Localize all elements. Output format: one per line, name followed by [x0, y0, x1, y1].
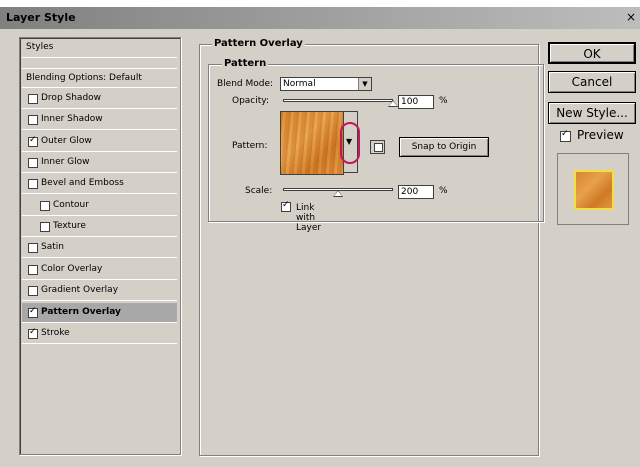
chevron-down-icon: ▼	[358, 78, 371, 90]
style-item-checkbox[interactable]	[28, 243, 38, 254]
style-item-label: Contour	[53, 199, 89, 210]
preview-label: Preview	[577, 128, 624, 142]
pattern-overlay-title: Pattern Overlay	[212, 38, 305, 49]
opacity-slider[interactable]	[283, 99, 393, 102]
pattern-label: Pattern:	[232, 141, 268, 151]
style-item-contour[interactable]: Contour	[22, 196, 177, 216]
style-item-checkbox[interactable]: ✓	[28, 134, 38, 147]
style-item-inner-glow[interactable]: Inner Glow	[22, 153, 177, 174]
scale-percent: %	[439, 186, 448, 196]
check-icon: ✓	[282, 200, 290, 210]
snap-to-origin-label: Snap to Origin	[411, 142, 477, 152]
style-item-checkbox[interactable]: ✓	[28, 305, 38, 318]
opacity-input[interactable]: 100	[398, 95, 434, 109]
pattern-swatch[interactable]	[280, 111, 344, 175]
style-item-outer-glow[interactable]: ✓ Outer Glow	[22, 132, 177, 152]
style-item-color-overlay[interactable]: Color Overlay	[22, 260, 177, 280]
style-item-label: Inner Shadow	[41, 114, 103, 125]
preview-thumbnail	[557, 153, 629, 225]
opacity-percent: %	[439, 96, 448, 106]
style-item-drop-shadow[interactable]: Drop Shadow	[22, 89, 177, 109]
preview-swatch	[574, 170, 614, 210]
blending-options-item[interactable]: Blending Options: Default	[22, 68, 177, 88]
style-item-label: Outer Glow	[41, 135, 92, 146]
check-icon: ✓	[29, 134, 37, 145]
style-item-label: Texture	[53, 221, 86, 232]
style-item-checkbox[interactable]	[28, 264, 38, 275]
style-item-label: Drop Shadow	[41, 93, 102, 103]
scale-slider-thumb[interactable]	[333, 190, 343, 197]
new-style-button[interactable]: New Style...	[548, 102, 636, 124]
check-icon: ✓	[561, 129, 569, 139]
style-item-texture[interactable]: Texture	[22, 217, 177, 238]
style-item-stroke[interactable]: ✓ Stroke	[22, 324, 177, 344]
style-item-checkbox[interactable]	[28, 179, 38, 190]
style-item-inner-shadow[interactable]: Inner Shadow	[22, 110, 177, 131]
style-item-checkbox[interactable]	[28, 115, 38, 126]
pattern-subgroup-title: Pattern	[222, 58, 269, 69]
style-item-pattern-overlay[interactable]: ✓ Pattern Overlay	[22, 302, 177, 323]
new-style-button-label: New Style...	[556, 106, 628, 120]
highlight-ring	[340, 122, 360, 164]
cancel-button-label: Cancel	[571, 75, 613, 89]
styles-header[interactable]: Styles	[22, 38, 177, 58]
link-with-layer-checkbox[interactable]: ✓	[281, 200, 291, 212]
style-item-checkbox[interactable]	[40, 222, 50, 233]
style-item-checkbox[interactable]	[28, 94, 38, 104]
style-item-label: Stroke	[41, 327, 70, 338]
style-item-label: Color Overlay	[41, 263, 103, 274]
styles-panel: Styles Blending Options: Default Drop Sh…	[19, 37, 181, 455]
style-item-checkbox[interactable]	[28, 158, 38, 169]
scale-input[interactable]: 200	[398, 185, 434, 199]
scale-label: Scale:	[245, 186, 273, 196]
opacity-slider-thumb[interactable]	[388, 100, 398, 107]
style-item-checkbox[interactable]	[40, 200, 50, 211]
style-item-label: Pattern Overlay	[41, 306, 121, 317]
style-item-checkbox[interactable]: ✓	[28, 326, 38, 339]
preview-checkbox[interactable]: ✓	[560, 129, 571, 142]
check-icon: ✓	[29, 326, 37, 337]
ok-button-label: OK	[583, 47, 601, 61]
title-bar: Layer Style ×	[0, 7, 640, 29]
style-item-checkbox[interactable]	[28, 286, 38, 297]
style-item-label: Satin	[41, 242, 64, 253]
blend-mode-select[interactable]: Normal ▼	[280, 77, 372, 91]
style-item-label: Bevel and Emboss	[41, 178, 124, 189]
style-item-satin[interactable]: Satin	[22, 238, 177, 259]
style-item-label: Gradient Overlay	[41, 285, 119, 296]
style-item-gradient-overlay[interactable]: Gradient Overlay	[22, 281, 177, 302]
style-item-bevel-and-emboss[interactable]: Bevel and Emboss	[22, 174, 177, 195]
ok-button[interactable]: OK	[548, 42, 636, 64]
window-title: Layer Style	[6, 11, 76, 24]
blend-mode-value: Normal	[283, 79, 316, 89]
new-preset-icon[interactable]	[370, 140, 385, 154]
check-icon: ✓	[29, 305, 37, 316]
link-with-layer-label: Link with Layer	[296, 203, 322, 233]
close-icon[interactable]: ×	[624, 9, 638, 25]
opacity-label: Opacity:	[232, 96, 269, 106]
cancel-button[interactable]: Cancel	[548, 71, 636, 93]
blending-options-label: Blending Options: Default	[26, 73, 142, 83]
blend-mode-label: Blend Mode:	[217, 79, 274, 89]
style-item-label: Inner Glow	[41, 157, 90, 168]
snap-to-origin-button[interactable]: Snap to Origin	[399, 137, 489, 157]
styles-header-label: Styles	[26, 42, 54, 52]
